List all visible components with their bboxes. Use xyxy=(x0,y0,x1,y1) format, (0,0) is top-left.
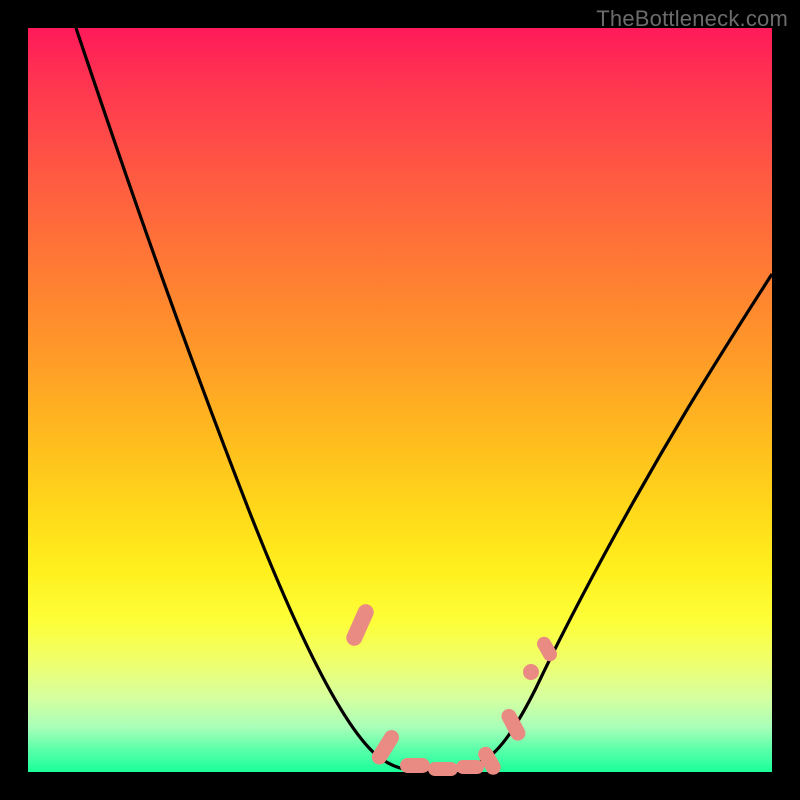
optimal-range-markers xyxy=(344,602,560,778)
outer-frame: TheBottleneck.com xyxy=(0,0,800,800)
curve-svg xyxy=(28,28,772,772)
bottleneck-curve xyxy=(76,28,772,772)
chart-plot-area xyxy=(28,28,772,772)
